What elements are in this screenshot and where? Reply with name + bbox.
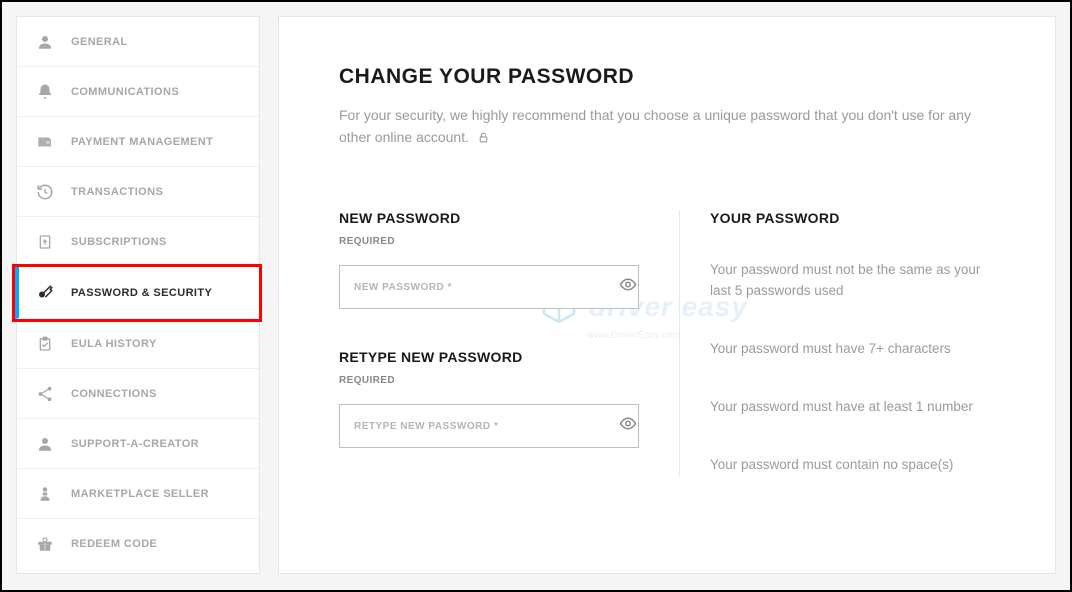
password-rule: Your password must have at least 1 numbe…: [710, 397, 995, 417]
wallet-icon: [35, 132, 55, 152]
sidebar-item-support-a-creator[interactable]: SUPPORT-A-CREATOR: [17, 419, 259, 469]
sidebar-item-label: PASSWORD & SECURITY: [71, 287, 212, 299]
reveal-password-icon[interactable]: [619, 276, 637, 299]
password-form: NEW PASSWORD REQUIRED RETYPE NEW PASSWOR…: [339, 210, 679, 475]
sidebar-item-payment-management[interactable]: PAYMENT MANAGEMENT: [17, 117, 259, 167]
required-text: REQUIRED: [339, 236, 649, 247]
lock-icon: [477, 129, 490, 151]
key-icon: [35, 283, 55, 303]
retype-password-input[interactable]: [339, 404, 639, 448]
new-password-label: NEW PASSWORD: [339, 210, 649, 226]
sidebar-item-eula-history[interactable]: EULA HISTORY: [17, 319, 259, 369]
sidebar-item-label: COMMUNICATIONS: [71, 86, 179, 98]
page-title: CHANGE YOUR PASSWORD: [339, 65, 995, 89]
new-password-input[interactable]: [339, 265, 639, 309]
sidebar-item-label: SUPPORT-A-CREATOR: [71, 438, 199, 450]
rules-heading: YOUR PASSWORD: [710, 210, 995, 226]
sidebar-item-label: GENERAL: [71, 36, 128, 48]
reveal-password-icon[interactable]: [619, 415, 637, 438]
clipboard-check-icon: [35, 334, 55, 354]
receipt-icon: [35, 232, 55, 252]
sidebar-item-label: CONNECTIONS: [71, 388, 157, 400]
password-rule: Your password must have 7+ characters: [710, 339, 995, 359]
sidebar-item-label: TRANSACTIONS: [71, 186, 163, 198]
settings-sidebar: GENERAL COMMUNICATIONS PAYMENT MANAGEMEN…: [16, 16, 260, 574]
sidebar-item-label: MARKETPLACE SELLER: [71, 488, 209, 500]
page-description: For your security, we highly recommend t…: [339, 105, 995, 150]
sidebar-item-password-security[interactable]: PASSWORD & SECURITY: [15, 267, 259, 319]
main-panel: CHANGE YOUR PASSWORD For your security, …: [278, 16, 1056, 574]
required-text: REQUIRED: [339, 375, 649, 386]
sidebar-item-label: REDEEM CODE: [71, 538, 157, 550]
password-rule: Your password must not be the same as yo…: [710, 260, 995, 301]
password-rules: YOUR PASSWORD Your password must not be …: [679, 210, 995, 475]
sidebar-item-connections[interactable]: CONNECTIONS: [17, 369, 259, 419]
sidebar-item-label: SUBSCRIPTIONS: [71, 236, 167, 248]
bell-icon: [35, 82, 55, 102]
history-icon: [35, 182, 55, 202]
sidebar-item-label: EULA HISTORY: [71, 338, 157, 350]
password-rule: Your password must contain no space(s): [710, 455, 995, 475]
sidebar-item-general[interactable]: GENERAL: [17, 17, 259, 67]
seller-icon: [35, 484, 55, 504]
sidebar-item-redeem-code[interactable]: REDEEM CODE: [17, 519, 259, 569]
gift-icon: [35, 534, 55, 554]
person-icon: [35, 32, 55, 52]
page-description-text: For your security, we highly recommend t…: [339, 107, 971, 145]
retype-password-label: RETYPE NEW PASSWORD: [339, 349, 649, 365]
sidebar-item-subscriptions[interactable]: SUBSCRIPTIONS: [17, 217, 259, 267]
sidebar-item-label: PAYMENT MANAGEMENT: [71, 136, 213, 148]
person-icon: [35, 434, 55, 454]
sidebar-item-transactions[interactable]: TRANSACTIONS: [17, 167, 259, 217]
sidebar-item-marketplace-seller[interactable]: MARKETPLACE SELLER: [17, 469, 259, 519]
sidebar-item-communications[interactable]: COMMUNICATIONS: [17, 67, 259, 117]
share-icon: [35, 384, 55, 404]
